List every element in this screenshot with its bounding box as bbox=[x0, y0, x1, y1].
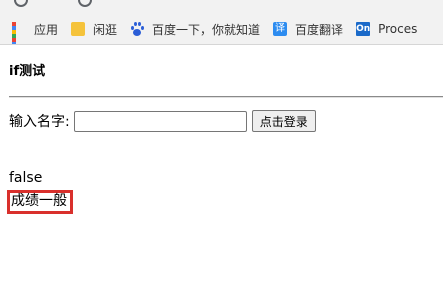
bookmark-folder[interactable]: 闲逛 bbox=[71, 21, 117, 38]
result-grade-highlighted: 成绩一般 bbox=[7, 190, 73, 214]
bookmark-baidu-translate[interactable]: 译 百度翻译 bbox=[273, 21, 343, 38]
browser-toolbar bbox=[0, 0, 443, 14]
page-title: if测试 bbox=[9, 64, 46, 79]
result-boolean: false bbox=[9, 170, 43, 186]
bookmark-label: Proces bbox=[378, 22, 418, 36]
baidu-translate-icon: 译 bbox=[273, 22, 288, 36]
login-form: 输入名字: 点击登录 bbox=[9, 110, 316, 132]
reload-icon[interactable] bbox=[78, 0, 92, 7]
folder-icon bbox=[71, 22, 86, 36]
login-button[interactable]: 点击登录 bbox=[251, 110, 316, 132]
processon-icon: On bbox=[356, 22, 371, 36]
bookmark-label: 百度一下，你就知道 bbox=[152, 22, 261, 37]
baidu-paw-icon bbox=[130, 22, 145, 36]
bookmark-processon[interactable]: On Proces bbox=[356, 22, 417, 36]
name-input[interactable] bbox=[73, 110, 247, 132]
bookmark-label: 闲逛 bbox=[93, 22, 118, 37]
divider bbox=[9, 96, 443, 98]
bookmarks-bar: 应用 闲逛 百度一下，你就知道 译 百度翻译 On Proces bbox=[0, 14, 443, 45]
back-icon[interactable] bbox=[14, 0, 28, 7]
bookmark-apps[interactable]: 应用 bbox=[12, 21, 59, 44]
apps-icon bbox=[12, 22, 26, 44]
bookmark-baidu[interactable]: 百度一下，你就知道 bbox=[130, 21, 260, 38]
bookmark-label: 应用 bbox=[34, 22, 59, 37]
bookmark-label: 百度翻译 bbox=[295, 22, 344, 37]
name-label: 输入名字: bbox=[9, 114, 70, 130]
